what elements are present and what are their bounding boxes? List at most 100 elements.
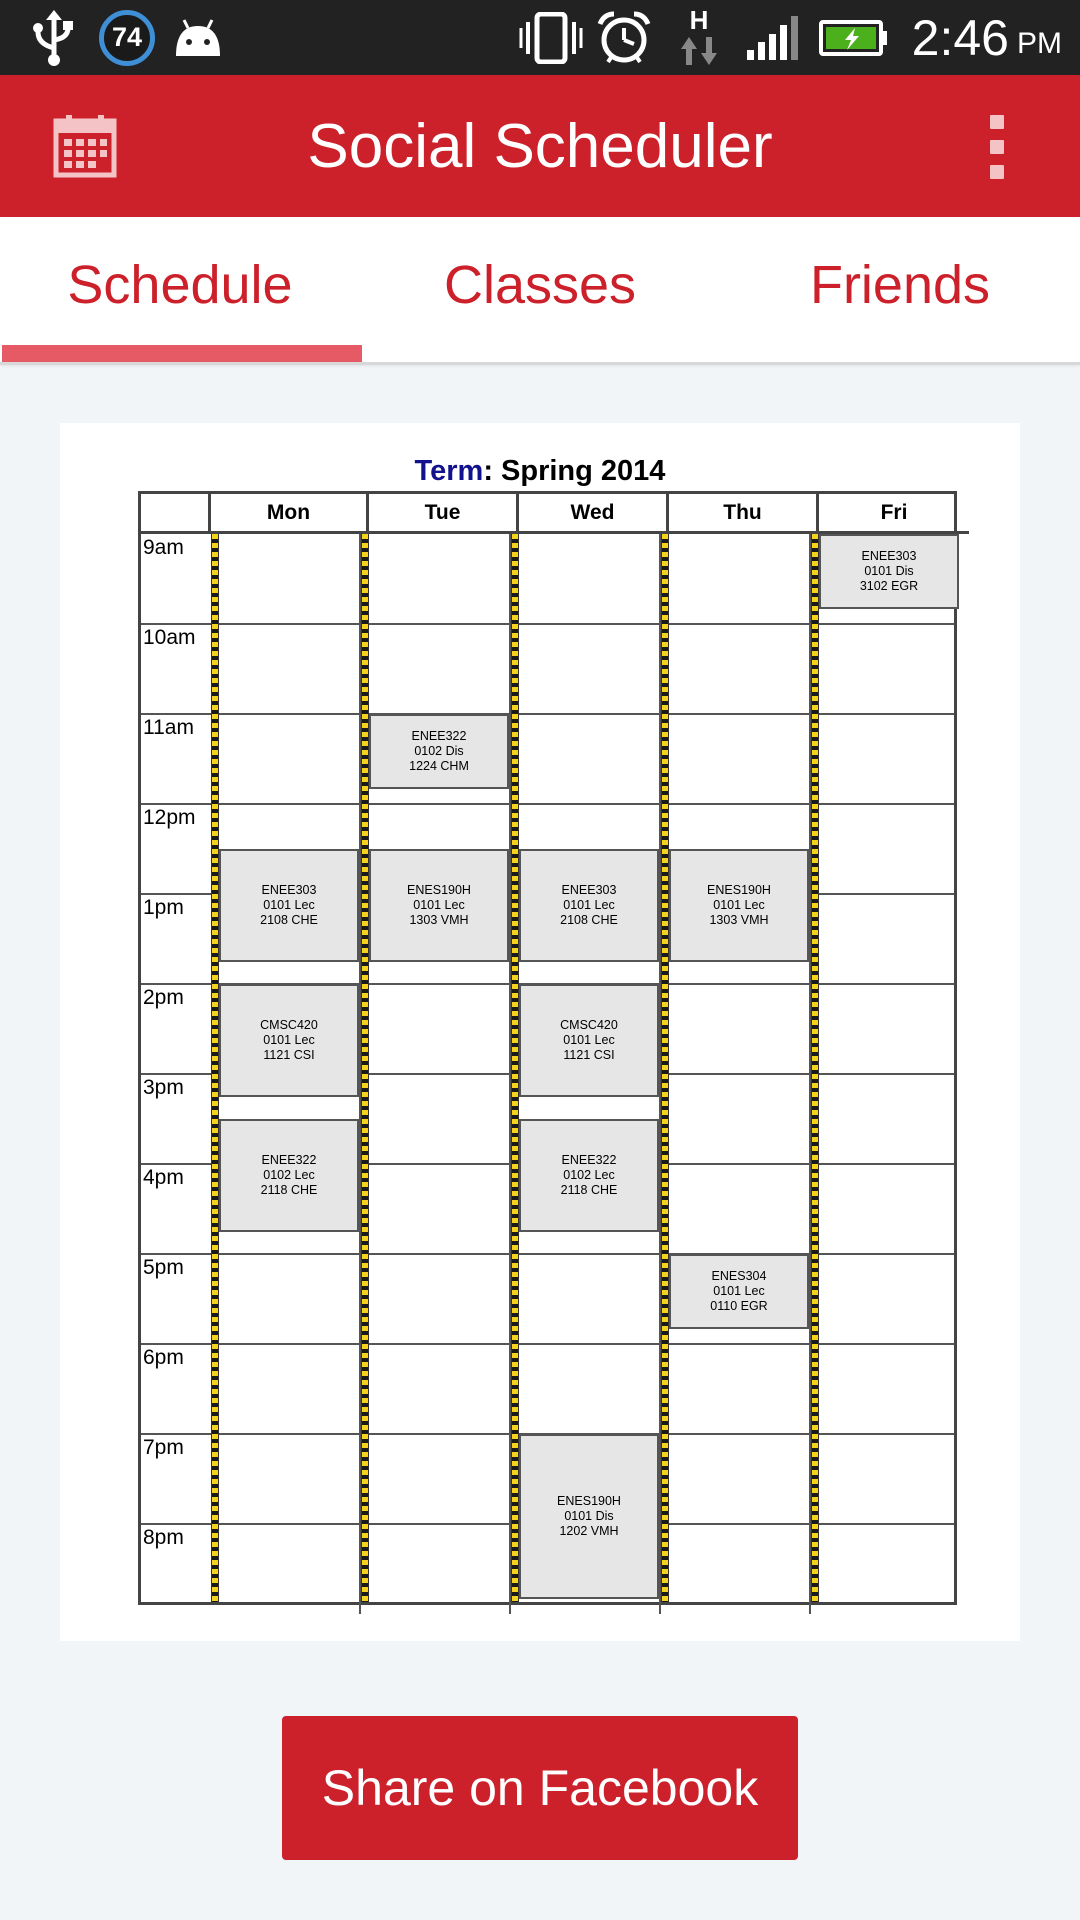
class-course: CMSC420 — [560, 1017, 618, 1032]
day-column-border — [359, 534, 361, 1614]
time-label-4pm: 4pm — [143, 1166, 184, 1189]
tab-friends[interactable]: Friends — [720, 217, 1080, 362]
class-section: 0101 Dis — [564, 1509, 614, 1523]
class-room: 2118 CHE — [260, 1182, 318, 1197]
class-course: CMSC420 — [260, 1017, 318, 1032]
class-block[interactable]: ENES190H 0101 Dis 1202 VMH — [519, 1434, 659, 1599]
class-section: 0101 Lec — [713, 897, 765, 912]
day-header-fri: Fri — [819, 494, 969, 534]
class-room: 2108 CHE — [560, 912, 618, 927]
time-label-7pm: 7pm — [143, 1436, 184, 1459]
class-course: ENES190H — [557, 1494, 621, 1508]
day-header-wed: Wed — [519, 494, 669, 534]
class-room: 1121 CSI — [263, 1047, 315, 1062]
usb-icon — [28, 0, 80, 75]
term-colon: : — [483, 455, 502, 487]
signal-icon — [744, 0, 802, 75]
class-block[interactable]: ENES304 0101 Lec 0110 EGR — [669, 1254, 809, 1329]
clock-ampm: PM — [1017, 26, 1062, 60]
vibrate-icon — [518, 0, 584, 75]
class-block[interactable]: ENEE322 0102 Lec 2118 CHE — [219, 1119, 359, 1232]
overflow-menu-icon[interactable] — [984, 115, 1010, 179]
class-block[interactable]: ENEE303 0101 Lec 2108 CHE — [219, 849, 359, 962]
class-course: ENEE303 — [261, 882, 317, 897]
time-label-2pm: 2pm — [143, 986, 184, 1009]
hour-gridline — [141, 713, 954, 715]
day-column-separator — [811, 534, 819, 1602]
class-room: 3102 EGR — [859, 579, 919, 593]
time-label-8pm: 8pm — [143, 1526, 184, 1549]
class-block[interactable]: ENES190H 0101 Lec 1303 VMH — [369, 849, 509, 962]
day-header-mon: Mon — [211, 494, 369, 534]
time-label-11am: 11am — [143, 716, 194, 739]
app-title: Social Scheduler — [307, 111, 773, 181]
class-course: ENEE303 — [861, 549, 917, 563]
day-column-border — [809, 534, 811, 1614]
class-section: 0101 Lec — [413, 897, 465, 912]
android-icon — [170, 0, 226, 75]
day-column-separator — [211, 534, 219, 1602]
class-course: ENES190H — [407, 882, 471, 897]
class-block[interactable]: CMSC420 0101 Lec 1121 CSI — [219, 984, 359, 1097]
tab-classes[interactable]: Classes — [360, 217, 720, 362]
class-block[interactable]: CMSC420 0101 Lec 1121 CSI — [519, 984, 659, 1097]
battery-charging-icon — [818, 0, 890, 75]
action-bar: Social Scheduler — [0, 75, 1080, 217]
day-column-border — [509, 534, 511, 1614]
schedule-card: Term: Spring 2014 Mon Tue Wed Thu Fri 9am 10am… — [60, 423, 1020, 1641]
calendar-icon[interactable] — [52, 113, 118, 179]
clock-time: 2:46 — [911, 9, 1009, 66]
time-label-6pm: 6pm — [143, 1346, 184, 1369]
hsdpa-icon: H — [676, 0, 722, 75]
time-label-12pm: 12pm — [143, 806, 196, 829]
grid-corner-cell — [141, 494, 211, 534]
class-section: 0101 Lec — [563, 897, 615, 912]
class-section: 0101 Lec — [263, 897, 315, 912]
class-section: 0101 Lec — [263, 1032, 315, 1047]
class-block[interactable]: ENEE322 0102 Lec 2118 CHE — [519, 1119, 659, 1232]
class-block[interactable]: ENES190H 0101 Lec 1303 VMH — [669, 849, 809, 962]
share-on-facebook-button[interactable]: Share on Facebook — [282, 1716, 798, 1860]
class-room: 1224 CHM — [409, 759, 469, 773]
term-heading: Term: Spring 2014 — [60, 455, 1020, 488]
class-room: 2118 CHE — [560, 1182, 618, 1197]
class-section: 0101 Dis — [864, 564, 914, 578]
day-column-separator — [661, 534, 669, 1602]
day-header-thu: Thu — [669, 494, 819, 534]
class-section: 0101 Lec — [563, 1032, 615, 1047]
tab-selected-indicator — [2, 345, 362, 362]
time-label-3pm: 3pm — [143, 1076, 184, 1099]
term-value: Spring 2014 — [501, 455, 666, 487]
hour-gridline — [141, 803, 954, 805]
hour-gridline — [141, 1253, 954, 1255]
time-label-9am: 9am — [143, 536, 184, 559]
time-label-1pm: 1pm — [143, 896, 184, 919]
class-course: ENEE322 — [261, 1152, 317, 1167]
class-section: 0102 Lec — [563, 1167, 615, 1182]
class-block[interactable]: ENEE303 0101 Lec 2108 CHE — [519, 849, 659, 962]
battery-circle-icon: 74 — [96, 0, 158, 75]
class-block[interactable]: ENEE322 0102 Dis 1224 CHM — [369, 714, 509, 789]
class-course: ENEE303 — [561, 882, 617, 897]
hour-gridline — [141, 623, 954, 625]
day-column-separator — [361, 534, 369, 1602]
class-section: 0102 Dis — [414, 744, 464, 758]
class-section: 0101 Lec — [713, 1284, 765, 1298]
term-label: Term — [414, 455, 484, 487]
class-block[interactable]: ENEE303 0101 Dis 3102 EGR — [819, 534, 959, 609]
time-label-10am: 10am — [143, 626, 196, 649]
network-type-label: H — [690, 5, 709, 35]
class-room: 1303 VMH — [409, 912, 469, 927]
class-room: 1121 CSI — [563, 1047, 615, 1062]
class-room: 1303 VMH — [709, 912, 769, 927]
status-clock: 2:46 PM — [912, 0, 1062, 75]
tab-bar: Schedule Classes Friends — [0, 217, 1080, 365]
class-course: ENEE322 — [411, 729, 467, 743]
tab-schedule[interactable]: Schedule — [0, 217, 360, 362]
class-room: 2108 CHE — [260, 912, 318, 927]
class-room: 0110 EGR — [710, 1299, 768, 1313]
class-course: ENES190H — [707, 882, 771, 897]
status-bar: 74 H 2:46 PM — [0, 0, 1080, 75]
class-section: 0102 Lec — [263, 1167, 315, 1182]
class-course: ENES304 — [711, 1269, 767, 1283]
